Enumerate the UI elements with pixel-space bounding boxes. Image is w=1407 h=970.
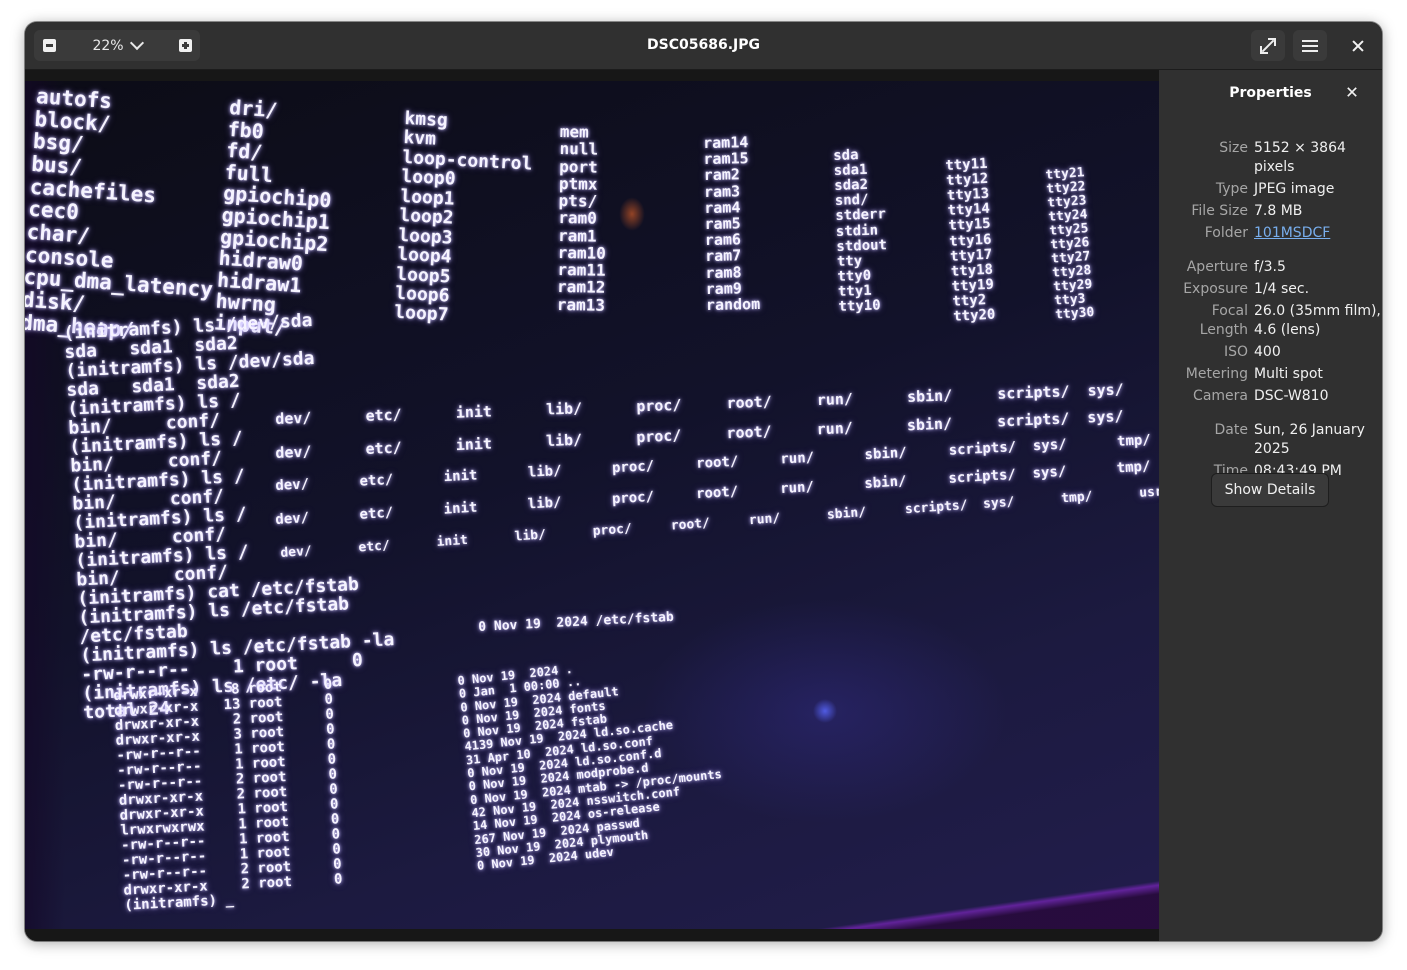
zoom-out-button[interactable]: [34, 30, 64, 61]
property-row-file-size: File Size 7.8 MB: [1159, 202, 1382, 221]
property-label: Aperture: [1186, 259, 1248, 275]
console-listing-column: autofs block/ bsg/ bus/ cachefiles cec0 …: [25, 84, 214, 343]
property-value: 26.0 (35mm film), 4.6 (lens): [1254, 303, 1381, 338]
console-listing-column: mem null port ptmx pts/ ram0 ram1 ram10 …: [556, 122, 607, 315]
console-date-list: 0 Nov 19 2024 . 0 Jan 1 00:00 .. 0 Nov 1…: [456, 661, 723, 874]
property-row-exposure: Exposure 1/4 sec.: [1159, 280, 1382, 299]
property-row-metering: Metering Multi spot: [1159, 365, 1382, 384]
window-title: DSC05686.JPG: [647, 37, 760, 53]
image-viewer-window: 22% DSC05686.JPG autofs block/ bsg/ bus/…: [25, 22, 1382, 941]
property-label: Size: [1219, 140, 1248, 156]
chevron-down-icon: [129, 35, 144, 51]
console-listing-column: tty21 tty22 tty23 tty24 tty25 tty26 tty2…: [1044, 165, 1095, 323]
property-row-focal-length: Focal Length 26.0 (35mm film), 4.6 (lens…: [1159, 302, 1382, 340]
close-icon: [1352, 40, 1364, 52]
property-value: 5152 × 3864 pixels: [1254, 140, 1346, 175]
property-value: Multi spot: [1254, 366, 1323, 382]
main-menu-button[interactable]: [1293, 30, 1327, 61]
property-label: Exposure: [1183, 281, 1248, 297]
properties-list: Size 5152 × 3864 pixels Type JPEG image …: [1159, 116, 1382, 484]
hamburger-menu-icon: [1302, 37, 1318, 55]
property-row-aperture: Aperture f/3.5: [1159, 258, 1382, 277]
property-value: DSC-W810: [1254, 388, 1329, 404]
console-listing-column: tty11 tty12 tty13 tty14 tty15 tty16 tty1…: [944, 155, 996, 325]
properties-sidebar: Properties Size 5152 × 3864 pixels Type …: [1159, 70, 1382, 941]
console-listing-column: dri/ fb0 fd/ full gpiochip0 gpiochip1 gp…: [213, 95, 333, 340]
property-label: ISO: [1223, 344, 1248, 360]
folder-link[interactable]: 101MSDCF: [1254, 224, 1382, 243]
zoom-out-icon: [42, 39, 56, 52]
property-row-size: Size 5152 × 3864 pixels: [1159, 139, 1382, 177]
show-details-button[interactable]: Show Details: [1211, 473, 1329, 507]
console-listing-column: sda sda1 sda2 snd/ stderr stdin stdout t…: [832, 147, 888, 315]
property-value: 7.8 MB: [1254, 203, 1303, 219]
console-fstab-line: 0 Nov 19 2024 /etc/fstab: [477, 609, 675, 635]
property-value: f/3.5: [1254, 259, 1286, 275]
property-label: Date: [1214, 422, 1248, 438]
zoom-level-dropdown[interactable]: 22%: [74, 30, 160, 61]
image-canvas[interactable]: autofs block/ bsg/ bus/ cachefiles cec0 …: [25, 70, 1159, 941]
property-label: Type: [1215, 181, 1248, 197]
photo: autofs block/ bsg/ bus/ cachefiles cec0 …: [25, 81, 1159, 929]
zoom-controls: 22%: [34, 30, 200, 61]
property-value: JPEG image: [1254, 181, 1335, 197]
property-row-camera: Camera DSC-W810: [1159, 387, 1382, 406]
property-value: 400: [1254, 344, 1281, 360]
property-label: File Size: [1191, 203, 1248, 219]
property-label: Folder: [1204, 225, 1248, 241]
close-properties-button[interactable]: [1346, 86, 1360, 100]
property-value: Sun, 26 January 2025: [1254, 422, 1365, 457]
close-window-button[interactable]: [1341, 30, 1375, 61]
property-row-iso: ISO 400: [1159, 343, 1382, 362]
property-label: Camera: [1193, 388, 1248, 404]
properties-header: Properties: [1159, 70, 1382, 116]
header-bar: 22% DSC05686.JPG: [25, 22, 1382, 70]
property-label: Metering: [1185, 366, 1248, 382]
fullscreen-button[interactable]: [1251, 30, 1285, 61]
close-icon: [1347, 87, 1357, 97]
property-value: 1/4 sec.: [1254, 281, 1310, 297]
property-row-date: Date Sun, 26 January 2025: [1159, 421, 1382, 459]
property-row-folder: Folder 101MSDCF: [1159, 224, 1382, 243]
property-label: Focal Length: [1199, 303, 1248, 338]
zoom-in-button[interactable]: [170, 30, 200, 61]
zoom-level-label: 22%: [92, 37, 124, 54]
property-row-type: Type JPEG image: [1159, 180, 1382, 199]
console-listing-column: kmsg kvm loop-control loop0 loop1 loop2 …: [393, 108, 533, 326]
console-listing-column: ram14 ram15 ram2 ram3 ram4 ram5 ram6 ram…: [702, 133, 761, 314]
fullscreen-icon: [1260, 37, 1276, 54]
zoom-in-icon: [178, 39, 192, 52]
